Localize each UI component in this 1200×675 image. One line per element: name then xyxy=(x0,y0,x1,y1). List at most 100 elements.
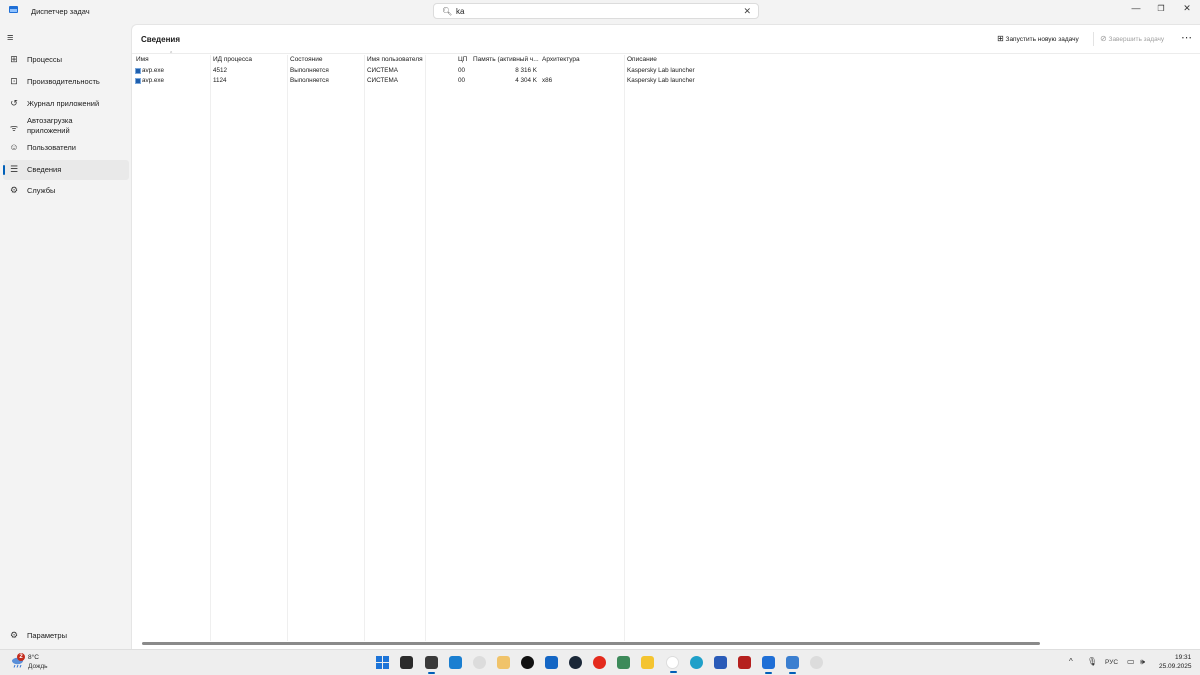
cell-user: СИСТЕМА xyxy=(367,77,398,84)
sidebar-item-app-history[interactable]: ↺ Журнал приложений xyxy=(3,94,129,114)
minimize-button[interactable]: — xyxy=(1126,3,1146,13)
details-panel: Сведения ⊞ Запустить новую задачу ⊘ Заве… xyxy=(131,24,1200,649)
cell-status: Выполняется xyxy=(290,77,329,84)
taskbar-app-yandex[interactable] xyxy=(593,656,606,669)
end-task-icon: ⊘ xyxy=(1100,34,1107,43)
taskbar-app-notepad[interactable] xyxy=(786,656,799,674)
sidebar-item-label: Пользователи xyxy=(27,143,76,152)
page-title: Сведения xyxy=(141,35,180,44)
cell-description: Kaspersky Lab launcher xyxy=(627,77,695,84)
search-input[interactable] xyxy=(456,5,736,17)
cell-memory: 4 304 K xyxy=(515,77,537,84)
clock-time[interactable]: 19:31 xyxy=(1175,654,1191,661)
column-header-cpu[interactable]: ЦП xyxy=(458,56,467,63)
run-new-task-button[interactable]: ⊞ Запустить новую задачу xyxy=(997,34,1079,43)
taskbar-app-steam[interactable] xyxy=(569,656,582,669)
sidebar-item-performance[interactable]: ⊡ Производительность xyxy=(3,72,129,92)
column-header-arch[interactable]: Архитектура xyxy=(542,56,580,63)
sidebar-item-users[interactable]: ☺ Пользователи xyxy=(3,138,129,158)
windows-start-button[interactable] xyxy=(376,656,389,669)
taskbar-app-panda[interactable] xyxy=(473,656,486,669)
notification-badge: 2 xyxy=(17,653,25,661)
sidebar-item-settings[interactable]: ⚙ Параметры xyxy=(3,626,129,646)
cell-pid: 4512 xyxy=(213,67,228,74)
taskbar-app-folder[interactable] xyxy=(497,656,510,669)
column-header-pid[interactable]: ИД процесса xyxy=(213,56,252,63)
details-icon: ☰ xyxy=(9,164,19,174)
volume-icon[interactable]: 🕪︎ xyxy=(1140,657,1145,667)
process-icon xyxy=(135,68,141,74)
sidebar: ≡ ⊞ Процессы ⊡ Производительность ↺ Журн… xyxy=(0,24,131,649)
services-icon: ⚙ xyxy=(9,185,19,195)
sidebar-item-processes[interactable]: ⊞ Процессы xyxy=(3,50,129,70)
column-header-status[interactable]: Состояние xyxy=(290,56,322,63)
show-hidden-icons-icon[interactable]: ^ xyxy=(1069,657,1073,666)
taskbar-app-edge[interactable] xyxy=(690,656,703,669)
cell-user: СИСТЕМА xyxy=(367,67,398,74)
network-icon[interactable]: ▭ xyxy=(1127,657,1135,666)
hamburger-menu-icon[interactable]: ≡ xyxy=(7,32,13,44)
weather-description: Дождь xyxy=(28,663,48,670)
task-manager-icon xyxy=(9,6,18,13)
performance-icon: ⊡ xyxy=(10,76,18,86)
taskbar-app-game[interactable] xyxy=(617,656,630,669)
sidebar-item-label: Производительность xyxy=(27,77,100,86)
process-icon xyxy=(135,78,141,84)
language-indicator[interactable]: РУС xyxy=(1105,659,1118,666)
users-icon: ☺ xyxy=(9,142,19,152)
cell-description: Kaspersky Lab launcher xyxy=(627,67,695,74)
taskbar-app-store[interactable] xyxy=(545,656,558,669)
taskbar-app-explorer[interactable] xyxy=(641,656,654,669)
taskbar-app-notes[interactable] xyxy=(449,656,462,669)
clear-search-icon[interactable]: ✕ xyxy=(743,6,751,17)
taskbar-app-yandex-browser[interactable] xyxy=(666,656,679,673)
horizontal-scrollbar[interactable] xyxy=(142,642,1040,645)
sidebar-item-label: Автозагрузка приложений xyxy=(27,116,73,135)
run-task-label: Запустить новую задачу xyxy=(1005,36,1079,43)
taskbar-app-task-manager[interactable] xyxy=(762,656,775,674)
taskbar-app-tiktok[interactable] xyxy=(521,656,534,669)
sidebar-item-label: Журнал приложений xyxy=(27,99,100,108)
end-task-button[interactable]: ⊘ Завершить задачу xyxy=(1100,34,1164,43)
sidebar-item-services[interactable]: ⚙ Службы xyxy=(3,181,129,201)
column-divider xyxy=(364,55,365,641)
windows-icon xyxy=(376,656,389,669)
cell-cpu: 00 xyxy=(458,67,466,74)
cell-pid: 1124 xyxy=(213,77,227,84)
column-header-description[interactable]: Описание xyxy=(627,56,657,63)
cell-cpu: 00 xyxy=(458,77,466,84)
sidebar-item-startup-apps[interactable]: ᯤ Автозагрузка приложений xyxy=(3,115,129,139)
cell-status: Выполняется xyxy=(290,67,329,74)
search-box[interactable]: 🔍︎ ✕ xyxy=(433,3,759,19)
sidebar-item-label: Сведения xyxy=(27,165,62,174)
search-icon: 🔍︎ xyxy=(442,7,453,16)
clock-date[interactable]: 25.09.2025 xyxy=(1159,663,1192,670)
cell-name: avp.exe xyxy=(142,77,165,84)
taskbar-app-filezilla[interactable] xyxy=(738,656,751,669)
taskbar-app-save[interactable] xyxy=(714,656,727,669)
column-header-memory[interactable]: Память (активный ч... xyxy=(473,56,539,63)
column-divider xyxy=(287,55,288,641)
close-button[interactable]: ✕ xyxy=(1177,3,1197,14)
taskbar-app-terminal[interactable] xyxy=(425,656,438,674)
sort-indicator-icon: ⌃ xyxy=(169,51,174,57)
column-header-user[interactable]: Имя пользователя xyxy=(367,56,423,63)
window-title: Диспетчер задач xyxy=(31,7,90,16)
cell-memory: 8 316 K xyxy=(515,67,537,74)
microphone-icon[interactable]: 🎙︎ xyxy=(1087,657,1097,666)
column-divider xyxy=(210,55,211,641)
restore-button[interactable]: ❐ xyxy=(1151,4,1171,13)
column-divider xyxy=(425,55,426,641)
taskbar-app-panda-2[interactable] xyxy=(810,656,823,669)
column-divider xyxy=(624,55,625,641)
more-options-icon[interactable]: ⋯ xyxy=(1181,31,1192,44)
sidebar-item-label: Параметры xyxy=(27,631,67,640)
settings-icon: ⚙ xyxy=(9,630,19,640)
toolbar-divider xyxy=(1093,32,1094,46)
column-header-name[interactable]: Имя xyxy=(136,56,149,63)
sidebar-item-details[interactable]: ☰ Сведения xyxy=(3,160,129,180)
taskbar: 2 8°C Дождь ^ 🎙︎ РУС ▭ 🕪︎ 19:31 25.09.20… xyxy=(0,649,1200,675)
taskbar-app-file-manager[interactable] xyxy=(400,656,413,669)
run-task-icon: ⊞ xyxy=(997,34,1004,43)
processes-icon: ⊞ xyxy=(10,54,18,64)
